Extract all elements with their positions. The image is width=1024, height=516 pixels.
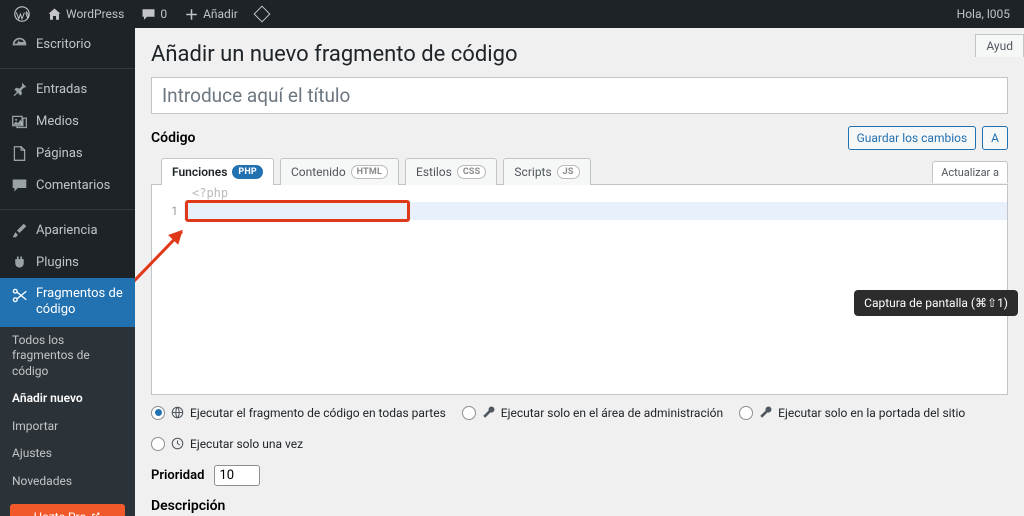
- line-gutter: 1: [152, 185, 184, 394]
- js-badge: JS: [557, 165, 580, 179]
- main-content: Ayud Añadir un nuevo fragmento de código…: [135, 28, 1024, 516]
- menu-dashboard[interactable]: Escritorio: [0, 28, 135, 60]
- clock-icon: [170, 436, 185, 451]
- menu-snippets[interactable]: Fragmentos de código: [0, 278, 135, 327]
- screenshot-tooltip: Captura de pantalla (⌘⇧1): [854, 290, 1018, 316]
- secondary-button[interactable]: A: [982, 126, 1008, 150]
- snippet-title-input[interactable]: [151, 77, 1008, 114]
- comment-icon: [140, 6, 156, 22]
- external-icon: [90, 511, 101, 516]
- code-section-label: Código: [151, 130, 195, 146]
- comments-icon: [10, 176, 28, 194]
- save-button[interactable]: Guardar los cambios: [848, 126, 977, 150]
- help-tab[interactable]: Ayud: [975, 34, 1024, 57]
- priority-input[interactable]: [214, 465, 260, 486]
- menu-plugins[interactable]: Plugins: [0, 246, 135, 278]
- wrench-icon: [758, 405, 773, 420]
- annotation-highlight-box: [185, 200, 410, 222]
- admin-toolbar: WordPress 0 Añadir Hola, l005: [0, 0, 1024, 28]
- page-icon: [10, 144, 28, 162]
- comments-count: 0: [160, 7, 167, 21]
- site-name: WordPress: [66, 7, 124, 21]
- description-label: Descripción: [151, 498, 1008, 514]
- wrench-icon: [481, 405, 496, 420]
- html-badge: HTML: [351, 165, 388, 179]
- menu-posts[interactable]: Entradas: [0, 73, 135, 105]
- menu-separator: [0, 205, 135, 210]
- wp-logo[interactable]: [8, 0, 36, 28]
- exec-admin[interactable]: Ejecutar solo en el área de administraci…: [462, 405, 723, 420]
- plus-icon: [183, 6, 199, 22]
- page-title: Añadir un nuevo fragmento de código: [151, 28, 1008, 77]
- menu-pages[interactable]: Páginas: [0, 137, 135, 169]
- submenu-news[interactable]: Novedades: [0, 468, 135, 496]
- snippets-shortcut[interactable]: [248, 0, 276, 28]
- radio-icon: [739, 406, 753, 420]
- diamond-icon: [254, 6, 270, 22]
- exec-everywhere[interactable]: Ejecutar el fragmento de código en todas…: [151, 405, 446, 420]
- admin-sidebar: Escritorio Entradas Medios Páginas Comen…: [0, 28, 135, 516]
- plug-icon: [10, 253, 28, 271]
- radio-icon: [151, 406, 165, 420]
- submenu-all[interactable]: Todos los fragmentos de código: [0, 327, 135, 386]
- globe-icon: [170, 405, 185, 420]
- priority-label: Prioridad: [151, 468, 204, 483]
- css-badge: CSS: [457, 165, 487, 179]
- my-account[interactable]: Hola, l005: [951, 0, 1016, 28]
- editor-tabs: FuncionesPHP ContenidoHTML EstilosCSS Sc…: [151, 158, 1008, 185]
- exec-once[interactable]: Ejecutar solo una vez: [151, 436, 303, 451]
- submenu-snippets: Todos los fragmentos de código Añadir nu…: [0, 327, 135, 516]
- scissors-icon: [10, 286, 28, 304]
- add-new-link[interactable]: Añadir: [177, 0, 244, 28]
- brush-icon: [10, 221, 28, 239]
- tab-styles[interactable]: EstilosCSS: [405, 158, 497, 185]
- menu-comments[interactable]: Comentarios: [0, 169, 135, 201]
- submenu-add-new[interactable]: Añadir nuevo: [0, 385, 135, 413]
- php-badge: PHP: [232, 165, 263, 179]
- menu-separator: [0, 64, 135, 69]
- site-home-link[interactable]: WordPress: [40, 0, 130, 28]
- home-icon: [46, 6, 62, 22]
- media-icon: [10, 112, 28, 130]
- menu-media[interactable]: Medios: [0, 105, 135, 137]
- submenu-import[interactable]: Importar: [0, 413, 135, 441]
- go-pro-button[interactable]: Hazte Pro: [10, 504, 125, 516]
- tab-content[interactable]: ContenidoHTML: [280, 158, 399, 185]
- tab-functions[interactable]: FuncionesPHP: [161, 158, 274, 185]
- tab-scripts[interactable]: ScriptsJS: [503, 158, 590, 185]
- radio-icon: [462, 406, 476, 420]
- submenu-settings[interactable]: Ajustes: [0, 440, 135, 468]
- exec-frontend[interactable]: Ejecutar solo en la portada del sitio: [739, 405, 965, 420]
- execution-scope-row: Ejecutar el fragmento de código en todas…: [151, 395, 1008, 461]
- greeting: Hola, l005: [957, 7, 1010, 21]
- menu-appearance[interactable]: Apariencia: [0, 214, 135, 246]
- pin-icon: [10, 80, 28, 98]
- comments-link[interactable]: 0: [134, 0, 173, 28]
- add-new-label: Añadir: [203, 7, 238, 21]
- upgrade-button[interactable]: Actualizar a: [932, 161, 1008, 183]
- radio-icon: [151, 437, 165, 451]
- wordpress-icon: [14, 6, 30, 22]
- dashboard-icon: [10, 35, 28, 53]
